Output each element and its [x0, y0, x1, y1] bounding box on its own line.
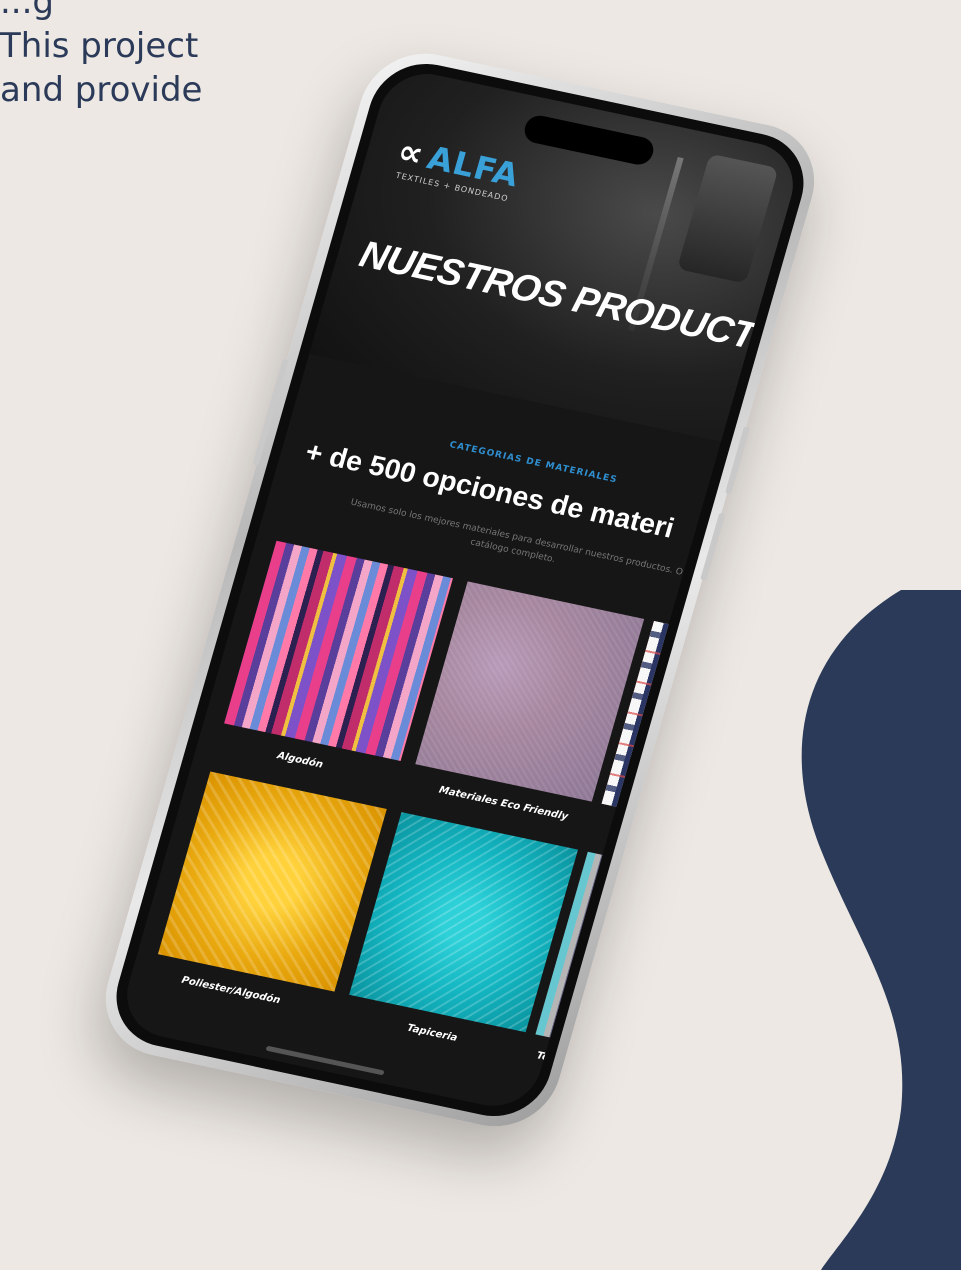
phone-mockup: ∝ ALFA TEXTILES + BONDEADO NUESTROS PROD… — [80, 40, 880, 1190]
category-card-poliester[interactable] — [157, 771, 387, 992]
category-card-eco-friendly[interactable] — [415, 581, 645, 802]
category-card-tapiceria[interactable] — [349, 812, 579, 1033]
category-label[interactable]: Algodón — [276, 750, 324, 770]
category-card-algodon[interactable] — [224, 540, 453, 761]
sewing-machine-image — [676, 153, 779, 284]
category-label[interactable]: Tapiceria — [406, 1023, 459, 1044]
category-label[interactable]: Poliester/Algodón — [180, 975, 281, 1006]
phone-screen: ∝ ALFA TEXTILES + BONDEADO NUESTROS PROD… — [116, 65, 804, 1115]
caption-line: ...g — [0, 0, 55, 22]
phone-device: ∝ ALFA TEXTILES + BONDEADO NUESTROS PROD… — [91, 42, 829, 1138]
